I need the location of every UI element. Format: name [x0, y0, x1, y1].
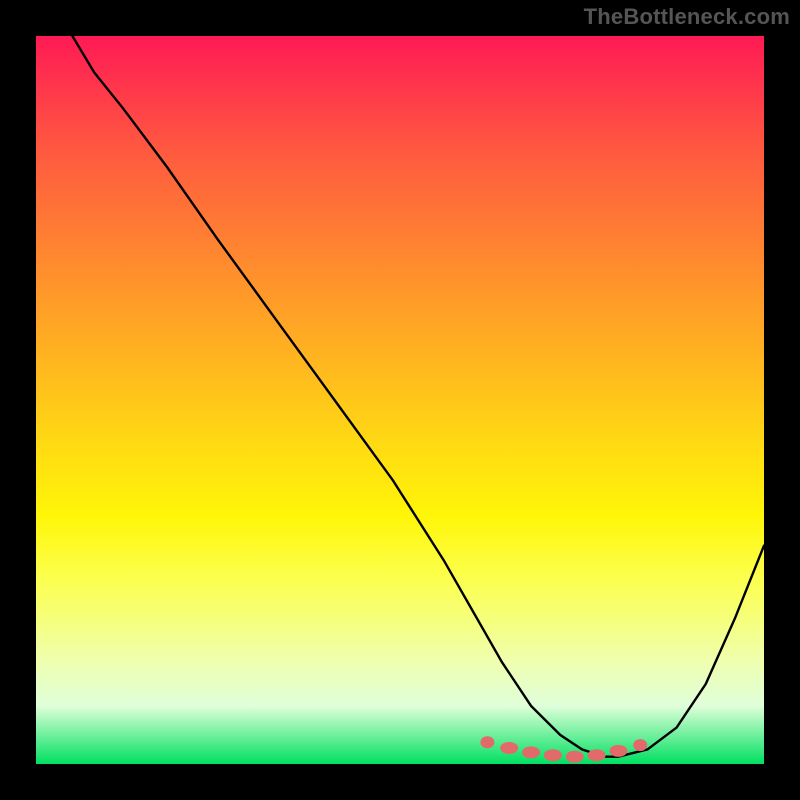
optimal-dot — [480, 736, 494, 748]
optimal-dot — [500, 742, 518, 754]
optimal-dot — [566, 751, 584, 763]
optimal-dot — [588, 749, 606, 761]
optimal-dot — [609, 745, 627, 757]
bottleneck-curve — [72, 36, 764, 757]
optimal-dot — [544, 749, 562, 761]
optimal-range-dots — [480, 736, 647, 763]
chart-frame: TheBottleneck.com — [0, 0, 800, 800]
curve-layer — [36, 36, 764, 764]
optimal-dot — [522, 746, 540, 758]
optimal-dot — [633, 739, 647, 751]
plot-area — [36, 36, 764, 764]
attribution-text: TheBottleneck.com — [584, 4, 790, 30]
